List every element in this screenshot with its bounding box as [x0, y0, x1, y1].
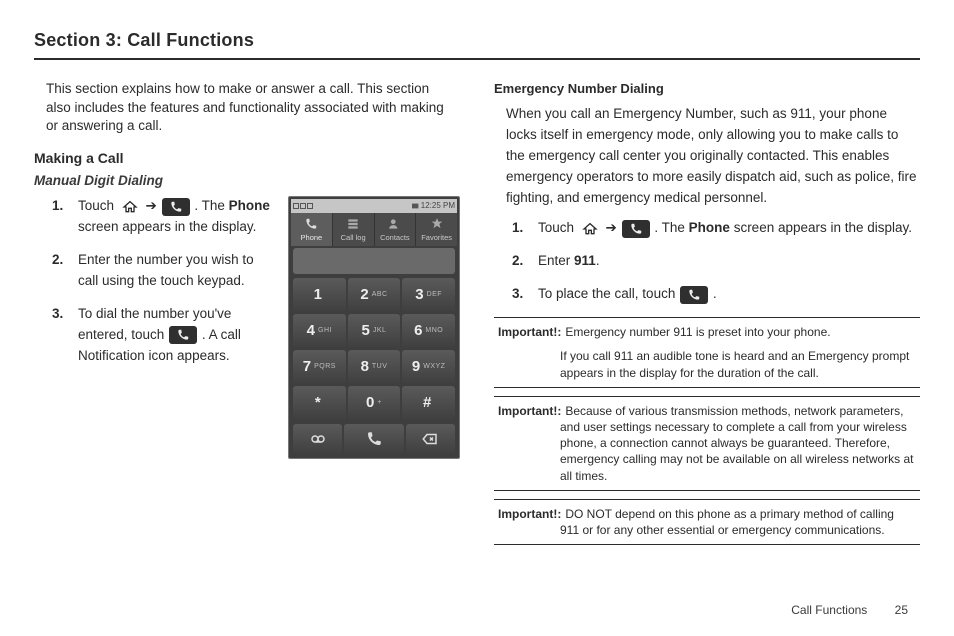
favorites-icon [428, 217, 446, 231]
heading-manual-digit-dialing: Manual Digit Dialing [34, 172, 460, 190]
step-1: 1. Touch ➔ . The Phone screen appears in… [52, 196, 274, 238]
note-text: DO NOT depend on this phone as a primary… [560, 506, 916, 538]
phone-tabs: Phone Call log Contacts Favorites [291, 213, 457, 246]
step-text: Touch [78, 198, 118, 213]
heading-emergency: Emergency Number Dialing [494, 80, 920, 98]
status-right: 12:25 PM [412, 201, 455, 212]
calllog-icon [344, 217, 362, 231]
note-text: Because of various transmission methods,… [560, 403, 916, 484]
key-9[interactable]: 9WXYZ [402, 350, 455, 384]
step-text: . [713, 286, 717, 301]
heading-making-a-call: Making a Call [34, 149, 460, 168]
status-time: 12:25 PM [421, 201, 455, 212]
call-button[interactable] [344, 424, 403, 454]
note-text: Emergency number 911 is preset into your… [560, 324, 916, 340]
home-icon [579, 221, 601, 237]
key-4[interactable]: 4GHI [293, 314, 346, 348]
contacts-icon [386, 217, 404, 231]
tab-call-log[interactable]: Call log [333, 213, 375, 246]
step-text: . The [194, 198, 228, 213]
arrow-icon: ➔ [146, 198, 157, 213]
important-note-3: Important!: DO NOT depend on this phone … [494, 499, 920, 545]
steps-right: 1. Touch ➔ . The Phone screen appears in… [494, 218, 920, 305]
important-note-2: Important!: Because of various transmiss… [494, 396, 920, 491]
step-text: To place the call, touch [538, 286, 679, 301]
phone-bold: Phone [689, 220, 730, 235]
left-column: This section explains how to make or ans… [34, 80, 460, 549]
important-label: Important!: [498, 403, 561, 419]
footer-label: Call Functions [791, 603, 867, 617]
step-2: 2. Enter 911. [512, 251, 920, 272]
step-text: Touch [538, 220, 578, 235]
important-label: Important!: [498, 506, 561, 522]
key-6[interactable]: 6MNO [402, 314, 455, 348]
key-0[interactable]: 0+ [348, 386, 401, 420]
emergency-paragraph: When you call an Emergency Number, such … [494, 104, 920, 209]
key-8[interactable]: 8TUV [348, 350, 401, 384]
key-*[interactable]: * [293, 386, 346, 420]
key-#[interactable]: # [402, 386, 455, 420]
step-text: screen appears in the display. [78, 219, 256, 234]
steps-left: 1. Touch ➔ . The Phone screen appears in… [34, 196, 274, 366]
home-icon [119, 199, 141, 215]
step-text: Enter [538, 253, 574, 268]
tab-contacts[interactable]: Contacts [375, 213, 417, 246]
phone-figure: 12:25 PM Phone Call log Contacts [288, 196, 460, 459]
phone-icon [302, 217, 320, 231]
important-note-1: Important!: Emergency number 911 is pres… [494, 317, 920, 388]
key-1[interactable]: 1 [293, 278, 346, 312]
key-2[interactable]: 2ABC [348, 278, 401, 312]
arrow-icon: ➔ [606, 220, 617, 235]
two-column-layout: This section explains how to make or ans… [34, 80, 920, 549]
backspace-button[interactable] [406, 424, 455, 454]
step-text: . The [654, 220, 688, 235]
key-7[interactable]: 7PQRS [293, 350, 346, 384]
dial-keypad: 12ABC3DEF 4GHI5JKL6MNO 7PQRS8TUV9WXYZ *0+# [291, 276, 457, 422]
call-row [291, 422, 457, 456]
step-text: Enter the number you wish to call using … [78, 252, 254, 288]
status-bar: 12:25 PM [291, 199, 457, 213]
step-1: 1. Touch ➔ . The Phone screen appears in… [512, 218, 920, 239]
voicemail-button[interactable] [293, 424, 342, 454]
step-2: 2. Enter the number you wish to call usi… [52, 250, 274, 292]
step-3: 3. To dial the number you've entered, to… [52, 304, 274, 367]
phone-bold: Phone [229, 198, 270, 213]
intro-paragraph: This section explains how to make or ans… [34, 80, 460, 135]
key-3[interactable]: 3DEF [402, 278, 455, 312]
step-text: screen appears in the display. [730, 220, 912, 235]
step-3: 3. To place the call, touch . [512, 284, 920, 305]
page-footer: Call Functions 25 [791, 602, 908, 618]
call-button-icon [680, 286, 708, 304]
call-button-icon [169, 326, 197, 344]
status-left-icons [293, 203, 313, 209]
phone-button-icon [162, 198, 190, 216]
important-label: Important!: [498, 324, 561, 340]
right-column: Emergency Number Dialing When you call a… [494, 80, 920, 549]
note-text: If you call 911 an audible tone is heard… [560, 348, 916, 380]
tab-favorites[interactable]: Favorites [416, 213, 457, 246]
page-number: 25 [895, 603, 908, 617]
key-5[interactable]: 5JKL [348, 314, 401, 348]
phone-button-icon [622, 220, 650, 238]
tab-phone[interactable]: Phone [291, 213, 333, 246]
dial-input[interactable] [293, 248, 455, 274]
section-title: Section 3: Call Functions [34, 28, 920, 60]
